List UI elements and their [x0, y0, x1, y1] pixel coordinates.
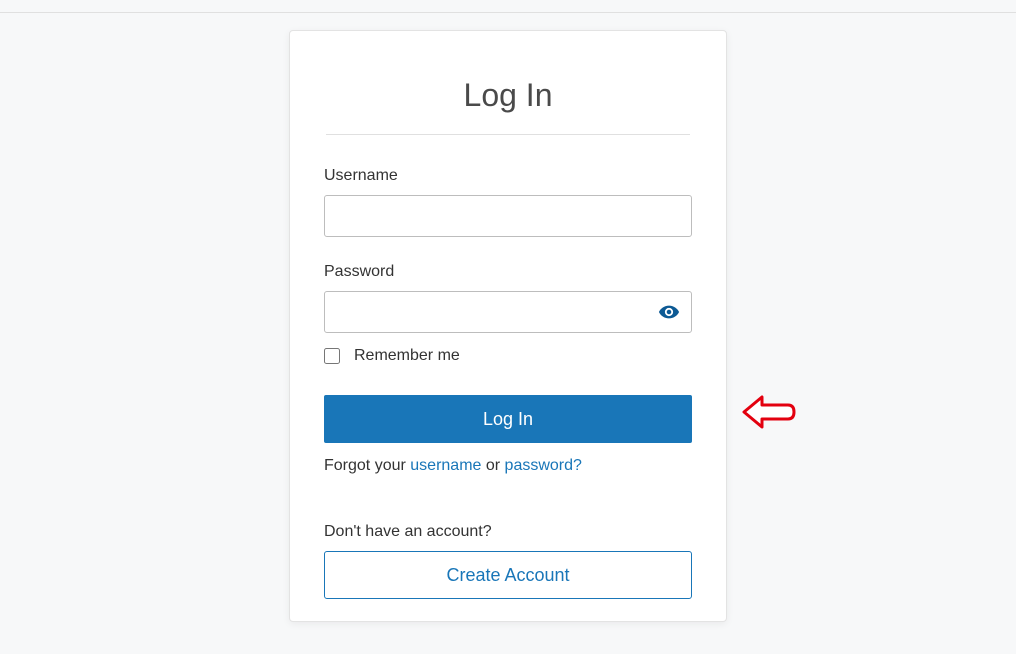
- username-input[interactable]: [324, 195, 692, 237]
- card-title: Log In: [324, 77, 692, 114]
- remember-checkbox[interactable]: [324, 348, 340, 364]
- username-label: Username: [324, 167, 692, 185]
- no-account-label: Don't have an account?: [324, 523, 692, 541]
- username-field-group: Username: [324, 167, 692, 237]
- title-divider: [326, 134, 690, 135]
- forgot-middle: or: [481, 457, 504, 474]
- password-input[interactable]: [324, 291, 692, 333]
- password-field-group: Password: [324, 263, 692, 333]
- login-card: Log In Username Password Remember me Log…: [289, 30, 727, 622]
- login-button[interactable]: Log In: [324, 395, 692, 443]
- remember-label: Remember me: [354, 347, 460, 365]
- remember-row: Remember me: [324, 347, 692, 365]
- create-account-button[interactable]: Create Account: [324, 551, 692, 599]
- page-background: Log In Username Password Remember me Log…: [8, 8, 1008, 638]
- show-password-icon[interactable]: [658, 301, 680, 323]
- page-top-divider: [0, 12, 1016, 13]
- forgot-prefix: Forgot your: [324, 457, 410, 474]
- forgot-username-link[interactable]: username: [410, 457, 481, 474]
- forgot-password-link[interactable]: password?: [505, 457, 582, 474]
- pointer-arrow-icon: [740, 391, 798, 433]
- password-label: Password: [324, 263, 692, 281]
- forgot-row: Forgot your username or password?: [324, 457, 692, 475]
- password-input-wrap: [324, 291, 692, 333]
